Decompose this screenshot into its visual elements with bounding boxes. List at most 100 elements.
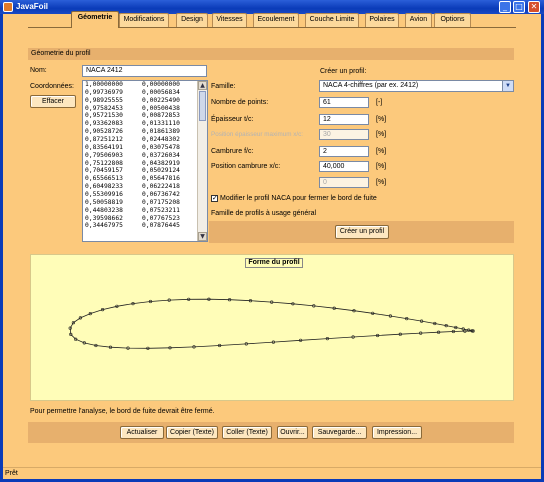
thickness-input[interactable]: 12 xyxy=(319,114,369,125)
coord-x: 1,00000000 xyxy=(85,81,123,88)
coordinate-row: 0,75122808 0,04382919 xyxy=(83,160,207,168)
family-label: Famille: xyxy=(211,83,236,90)
open-button[interactable]: Ouvrir... xyxy=(277,426,308,439)
family-select[interactable]: NACA 4-chiffres (par ex. 2412) ▼ xyxy=(319,80,514,92)
coord-y: 0,05647816 xyxy=(142,175,180,183)
points-input[interactable]: 61 xyxy=(319,97,369,108)
tab-polaires[interactable]: Polaires xyxy=(365,13,399,27)
coordinate-row: 0,79506903 0,03726034 xyxy=(83,152,207,160)
modify-naca-checkbox[interactable]: ✓ xyxy=(211,195,218,202)
coordinate-row: 0,60498233 0,06222418 xyxy=(83,183,207,191)
coord-x: 0,87251212 xyxy=(85,136,123,144)
coordinate-row: 0,87251212 0,02448302 xyxy=(83,136,207,144)
coord-y: 0,01861389 xyxy=(142,128,180,136)
coord-x: 0,50058819 xyxy=(85,198,123,206)
status-text: Prêt xyxy=(5,470,18,477)
coordinate-row: 0,50058819 0,07175208 xyxy=(83,199,207,207)
tab-vitesses[interactable]: Vitesses xyxy=(212,13,247,27)
tab-design[interactable]: Design xyxy=(176,13,208,27)
coord-y: 0,00225490 xyxy=(142,96,180,104)
tab-couche-limite[interactable]: Couche Limite xyxy=(305,13,359,27)
coord-y: 0,07523211 xyxy=(142,206,180,214)
tab-ecoulement[interactable]: Ecoulement xyxy=(253,13,299,27)
param-unit: [%] xyxy=(376,163,387,170)
minimize-button[interactable]: _ xyxy=(499,1,511,13)
extra-param-input: 0 xyxy=(319,177,369,188)
coordinate-row: 0,34467975 0,07876445 xyxy=(83,222,207,230)
airfoil-chart xyxy=(68,297,475,350)
coord-x: 0,79506903 xyxy=(85,151,123,159)
coord-x: 0,65566513 xyxy=(85,175,123,183)
coord-y: 0,07876445 xyxy=(142,222,180,230)
coord-x: 0,39598662 xyxy=(85,214,123,222)
create-title: Créer un profil: xyxy=(320,68,367,75)
copy-text-button[interactable]: Copier (Texte) xyxy=(166,426,218,439)
camber-input[interactable]: 2 xyxy=(319,146,369,157)
tab-geometrie[interactable]: Géometrie xyxy=(71,11,119,28)
coord-x: 0,60498233 xyxy=(85,183,123,191)
coordinate-row: 1,00000000 0,00000000 xyxy=(83,81,207,89)
save-button[interactable]: Sauvegarde... xyxy=(312,426,367,439)
param-unit: [%] xyxy=(376,131,387,138)
tab-modifications[interactable]: Modifications xyxy=(119,13,169,27)
scroll-thumb[interactable] xyxy=(199,91,206,121)
coordinate-row: 0,65566513 0,05647816 xyxy=(83,175,207,183)
tab-options[interactable]: Options xyxy=(434,13,471,27)
scroll-up-icon[interactable]: ▲ xyxy=(198,81,207,90)
scroll-down-icon[interactable]: ▼ xyxy=(198,232,207,241)
refresh-button[interactable]: Actualiser xyxy=(120,426,164,439)
name-label: Nom: xyxy=(30,67,47,74)
tab-avion[interactable]: Avion xyxy=(405,13,432,27)
param-label: Cambrure f/c: xyxy=(211,148,254,155)
coord-y: 0,01331110 xyxy=(142,120,180,128)
coord-y: 0,06736742 xyxy=(142,191,180,199)
print-button[interactable]: Impression... xyxy=(372,426,422,439)
coordinate-row: 0,93362083 0,01331110 xyxy=(83,120,207,128)
coordinate-row: 0,44803238 0,07523211 xyxy=(83,207,207,215)
coord-x: 0,44803238 xyxy=(85,206,123,214)
paste-text-button[interactable]: Coller (Texte) xyxy=(222,426,272,439)
chevron-down-icon[interactable]: ▼ xyxy=(502,81,513,91)
param-label: Position cambrure x/c: xyxy=(211,163,281,170)
create-button-bar: Créer un profil xyxy=(209,221,514,243)
coordinate-row: 0,39598662 0,07767523 xyxy=(83,215,207,223)
camber-position-input[interactable]: 40,000 xyxy=(319,161,369,172)
coord-y: 0,00000000 xyxy=(142,81,180,88)
status-bar: Prêt xyxy=(3,467,541,479)
param-label: Nombre de points: xyxy=(211,99,269,106)
coord-x: 0,90528726 xyxy=(85,128,123,136)
clear-button[interactable]: Effacer xyxy=(30,95,76,108)
coordinates-textarea[interactable]: 1,00000000 0,00000000 0,99736979 0,00056834… xyxy=(82,80,208,242)
coordinate-row: 0,90528726 0,01861389 xyxy=(83,128,207,136)
coordinate-row: 0,98925555 0,00225490 xyxy=(83,97,207,105)
window-title: JavaFoil xyxy=(16,2,49,11)
bottom-button-bar: Actualiser Copier (Texte) Coller (Texte)… xyxy=(28,422,514,443)
coordinate-row: 0,55309916 0,06736742 xyxy=(83,191,207,199)
coord-x: 0,70459157 xyxy=(85,167,123,175)
create-profile-button[interactable]: Créer un profil xyxy=(335,225,389,239)
coordinate-row: 0,97582453 0,00500438 xyxy=(83,105,207,113)
param-unit: [%] xyxy=(376,179,387,186)
coord-y: 0,03726034 xyxy=(142,151,180,159)
maximize-button[interactable]: □ xyxy=(513,1,525,13)
coord-y: 0,00056834 xyxy=(142,88,180,96)
profile-name-input[interactable]: NACA 2412 xyxy=(82,65,207,77)
coord-y: 0,03075478 xyxy=(142,143,180,151)
coordinates-scrollbar[interactable]: ▲ ▼ xyxy=(197,81,207,241)
param-unit: [-] xyxy=(376,99,383,106)
param-label: Épaisseur t/c: xyxy=(211,116,254,123)
profile-plot: Forme du profil xyxy=(30,254,514,401)
coord-x: 0,75122808 xyxy=(85,159,123,167)
coord-x: 0,34467975 xyxy=(85,222,123,230)
param-unit: [%] xyxy=(376,148,387,155)
section-title: Géometrie du profil xyxy=(31,50,91,57)
family-description: Famille de profils à usage général xyxy=(211,210,317,217)
coord-y: 0,07175208 xyxy=(142,198,180,206)
coord-x: 0,95721530 xyxy=(85,112,123,120)
coordinate-row: 0,70459157 0,05029124 xyxy=(83,167,207,175)
coord-x: 0,99736979 xyxy=(85,88,123,96)
close-button[interactable]: ✕ xyxy=(528,1,540,13)
coord-x: 0,97582453 xyxy=(85,104,123,112)
param-label: Position épaisseur maximum x/c: xyxy=(211,131,304,138)
coord-y: 0,00872853 xyxy=(142,112,180,120)
